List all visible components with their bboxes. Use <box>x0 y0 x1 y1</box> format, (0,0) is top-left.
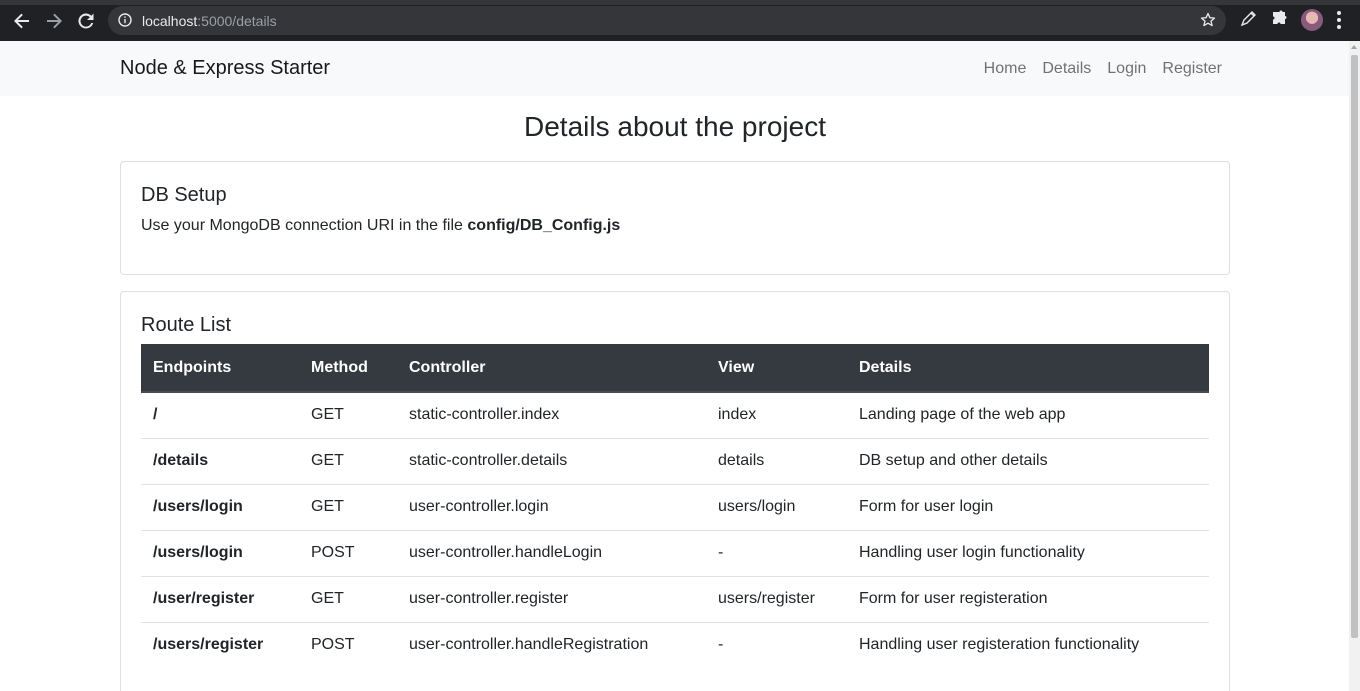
cell-method: GET <box>299 575 397 622</box>
header-view: View <box>706 344 847 393</box>
page-title: Details about the project <box>524 111 826 142</box>
table-header-row: Endpoints Method Controller View Details <box>141 344 1209 393</box>
cell-method: POST <box>299 529 397 576</box>
nav-link-login[interactable]: Login <box>1107 60 1146 78</box>
nav-link-register[interactable]: Register <box>1162 60 1222 78</box>
cell-controller: static-controller.details <box>397 437 706 484</box>
cell-endpoint: /users/login <box>141 529 299 576</box>
page-scrollbar[interactable] <box>1349 41 1360 691</box>
kebab-menu-icon[interactable] <box>1336 10 1342 35</box>
header-controller: Controller <box>397 344 706 393</box>
cell-view: details <box>706 437 847 484</box>
nav-link-home[interactable]: Home <box>984 60 1027 78</box>
cell-view: users/register <box>706 575 847 622</box>
cell-endpoint: /user/register <box>141 575 299 622</box>
pen-extension-icon[interactable] <box>1239 10 1257 33</box>
db-setup-text-prefix: Use your MongoDB connection URI in the f… <box>141 217 468 234</box>
scroll-up-arrow-icon[interactable] <box>1351 45 1357 49</box>
cell-endpoint: / <box>153 406 158 424</box>
cell-method: GET <box>299 483 397 530</box>
table-row: /users/login POST user-controller.handle… <box>141 529 1209 576</box>
cell-endpoint: /users/login <box>141 483 299 530</box>
forward-arrow-icon[interactable] <box>42 9 66 33</box>
routes-table: Endpoints Method Controller View Details… <box>141 344 1209 668</box>
cell-method: POST <box>299 621 397 668</box>
profile-avatar[interactable] <box>1301 9 1323 31</box>
cell-controller: user-controller.register <box>397 575 706 622</box>
db-setup-card: DB Setup Use your MongoDB connection URI… <box>120 161 1230 275</box>
table-row: /users/register POST user-controller.han… <box>141 621 1209 668</box>
back-arrow-icon[interactable] <box>10 9 34 33</box>
cell-method: GET <box>311 406 344 424</box>
cell-view: - <box>706 621 847 668</box>
cell-view: - <box>706 529 847 576</box>
table-row: /details GET static-controller.details d… <box>141 437 1209 484</box>
cell-endpoint: /users/register <box>141 621 299 668</box>
db-setup-title: DB Setup <box>141 184 227 206</box>
cell-details: Landing page of the web app <box>859 406 1066 424</box>
nav-links: Home Details Login Register <box>984 60 1222 78</box>
url-text[interactable]: localhost:5000/details <box>142 13 277 29</box>
page-viewport: Node & Express Starter Home Details Logi… <box>0 41 1349 691</box>
cell-method: GET <box>299 437 397 484</box>
db-config-file: config/DB_Config.js <box>467 217 621 234</box>
table-row: /user/register GET user-controller.regis… <box>141 575 1209 622</box>
tab-strip <box>0 0 1360 5</box>
cell-controller: static-controller.index <box>409 406 560 424</box>
info-icon[interactable] <box>118 13 132 32</box>
cell-details: Handling user login functionality <box>847 529 1209 576</box>
cell-controller: user-controller.handleLogin <box>397 529 706 576</box>
browser-toolbar: localhost:5000/details <box>0 0 1360 41</box>
puzzle-extension-icon[interactable] <box>1270 10 1288 33</box>
header-method: Method <box>299 344 397 393</box>
cell-details: Form for user login <box>847 483 1209 530</box>
url-path: :5000/details <box>197 13 277 29</box>
route-list-title: Route List <box>141 314 232 336</box>
route-list-card: Route List Endpoints Method Controller V… <box>120 291 1230 691</box>
star-icon[interactable] <box>1200 12 1216 33</box>
table-row: /users/login GET user-controller.login u… <box>141 483 1209 530</box>
cell-view: users/login <box>706 483 847 530</box>
header-details: Details <box>847 344 1209 393</box>
header-endpoints: Endpoints <box>141 344 299 393</box>
cell-view: index <box>718 406 757 424</box>
db-setup-text: Use your MongoDB connection URI in the f… <box>141 217 620 235</box>
cell-controller: user-controller.login <box>397 483 706 530</box>
cell-details: Form for user registeration <box>847 575 1209 622</box>
cell-details: DB setup and other details <box>847 437 1209 484</box>
reload-icon[interactable] <box>74 9 98 33</box>
scrollbar-thumb[interactable] <box>1351 55 1358 638</box>
cell-controller: user-controller.handleRegistration <box>397 621 706 668</box>
cell-details: Handling user registeration functionalit… <box>847 621 1209 668</box>
navbar: Node & Express Starter Home Details Logi… <box>0 41 1349 96</box>
navbar-brand[interactable]: Node & Express Starter <box>120 57 330 80</box>
nav-link-details[interactable]: Details <box>1042 60 1091 78</box>
address-bar[interactable]: localhost:5000/details <box>108 6 1226 35</box>
cell-endpoint: /details <box>141 437 299 484</box>
table-row: / GET static-controller.index index Land… <box>141 392 1209 438</box>
url-host: localhost <box>142 13 198 29</box>
